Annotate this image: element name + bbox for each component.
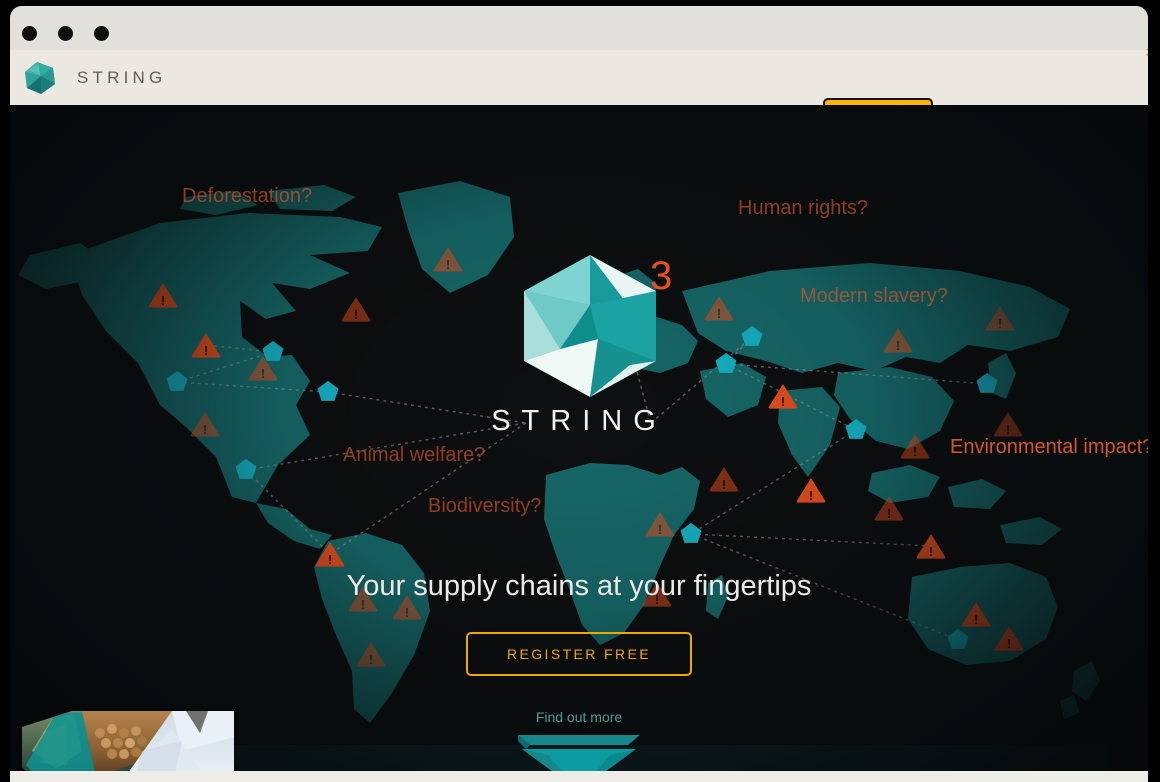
- svg-text:!: !: [204, 343, 208, 358]
- svg-text:!: !: [328, 552, 332, 567]
- svg-text:!: !: [261, 366, 265, 381]
- map-warning-icon[interactable]: !: [796, 478, 826, 503]
- map-label-animal-welfare: Animal welfare?: [343, 444, 486, 466]
- close-dot[interactable]: [22, 26, 37, 41]
- map-warning-icon[interactable]: !: [916, 534, 946, 559]
- window-controls: [22, 26, 109, 41]
- svg-text:!: !: [998, 316, 1002, 331]
- svg-text:!: !: [929, 544, 933, 559]
- svg-text:!: !: [658, 522, 662, 537]
- hero-map-section: !!!!!!!!!!!!!!!!!!!!!!!!! Deforestation?…: [10, 105, 1148, 771]
- page-bottom-strip: [10, 771, 1148, 782]
- map-link-line: [329, 422, 527, 555]
- svg-text:!: !: [1007, 636, 1011, 651]
- hero-headline: Your supply chains at your fingertips: [346, 570, 812, 602]
- map-warning-icon[interactable]: !: [341, 297, 371, 322]
- svg-text:!: !: [446, 257, 450, 272]
- brand-wordmark: STRING: [77, 67, 167, 87]
- svg-text:!: !: [717, 306, 721, 321]
- brand-superscript: 3: [1146, 47, 1148, 59]
- brand-logo-link[interactable]: 3 STRING: [21, 47, 1148, 98]
- map-label-environmental-impact: Environmental impact?: [950, 436, 1148, 458]
- hero-logo-superscript: 3: [650, 254, 673, 298]
- map-warning-icon[interactable]: !: [709, 467, 739, 492]
- site-navbar: 3 STRING Features Pricing Register Free …: [10, 47, 1148, 135]
- map-label-deforestation: Deforestation?: [182, 185, 313, 207]
- map-link-line: [690, 533, 932, 547]
- hero-wordmark: STRING: [491, 405, 667, 437]
- map-node-pin[interactable]: [317, 381, 339, 401]
- svg-text:!: !: [161, 293, 165, 308]
- browser-titlebar: [10, 6, 1148, 50]
- map-node-pin[interactable]: [262, 341, 284, 361]
- map-node-pin[interactable]: [715, 353, 737, 373]
- string-gem-icon: [21, 58, 61, 98]
- maximize-dot[interactable]: [94, 26, 109, 41]
- svg-text:!: !: [887, 506, 891, 521]
- hero-gem-logo-icon: [520, 253, 660, 398]
- browser-window: 3 STRING Features Pricing Register Free …: [10, 6, 1148, 782]
- svg-text:!: !: [369, 652, 373, 667]
- svg-text:!: !: [354, 307, 358, 322]
- hero-register-free-button[interactable]: REGISTER FREE: [466, 632, 692, 676]
- minimize-dot[interactable]: [58, 26, 73, 41]
- svg-text:!: !: [722, 477, 726, 492]
- map-label-biodiversity: Biodiversity?: [428, 495, 542, 517]
- map-label-human-rights: Human rights?: [738, 197, 869, 219]
- svg-text:!: !: [974, 612, 978, 627]
- map-label-modern-slavery: Modern slavery?: [800, 285, 948, 307]
- faceted-photo-collage: [22, 711, 234, 771]
- chevron-down-icon[interactable]: [518, 735, 640, 771]
- svg-text:!: !: [405, 605, 409, 620]
- svg-text:!: !: [896, 338, 900, 353]
- svg-text:!: !: [913, 444, 917, 459]
- map-node-pin[interactable]: [680, 523, 702, 543]
- svg-text:!: !: [809, 488, 813, 503]
